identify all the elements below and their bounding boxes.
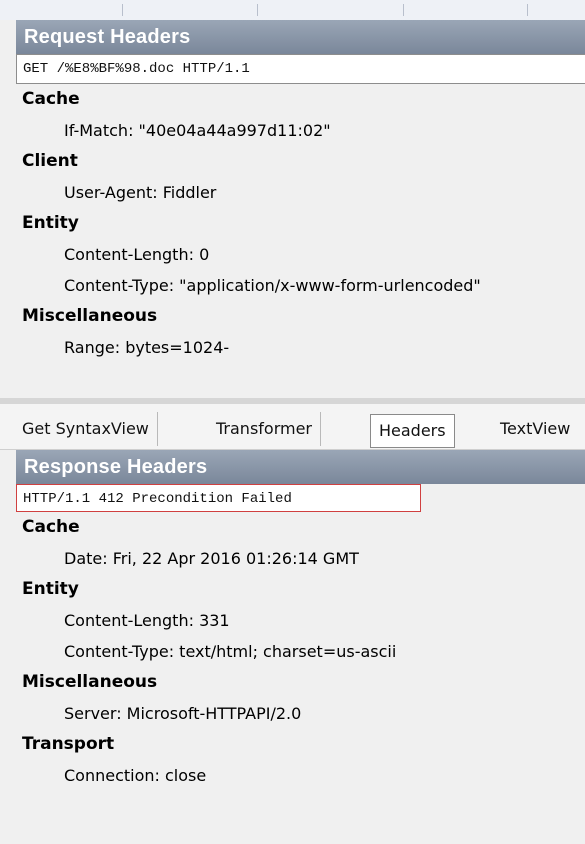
response-group-miscellaneous[interactable]: Miscellaneous (16, 667, 585, 698)
request-group-client[interactable]: Client (16, 146, 585, 177)
response-header-connection[interactable]: Connection: close (16, 760, 585, 791)
response-headers-panel: Response Headers HTTP/1.1 412 Preconditi… (0, 450, 585, 844)
response-header-server[interactable]: Server: Microsoft-HTTPAPI/2.0 (16, 698, 585, 729)
response-headers-title: Response Headers (16, 450, 585, 484)
response-group-transport[interactable]: Transport (16, 729, 585, 760)
request-group-miscellaneous[interactable]: Miscellaneous (16, 301, 585, 332)
tab-transformer[interactable]: Transformer (208, 412, 322, 446)
tab-separator (527, 4, 528, 16)
request-line[interactable]: GET /%E8%BF%98.doc HTTP/1.1 (16, 54, 585, 84)
response-group-cache[interactable]: Cache (16, 512, 585, 543)
request-header-range[interactable]: Range: bytes=1024- (16, 332, 585, 363)
inspector-tabs: Get SyntaxView Transformer Headers TextV… (0, 404, 585, 450)
response-header-date[interactable]: Date: Fri, 22 Apr 2016 01:26:14 GMT (16, 543, 585, 574)
request-group-cache[interactable]: Cache (16, 84, 585, 115)
response-header-content-length[interactable]: Content-Length: 331 (16, 605, 585, 636)
request-header-content-type[interactable]: Content-Type: "application/x-www-form-ur… (16, 270, 585, 301)
request-header-user-agent[interactable]: User-Agent: Fiddler (16, 177, 585, 208)
response-status-line[interactable]: HTTP/1.1 412 Precondition Failed (16, 484, 421, 512)
tab-separator (403, 4, 404, 16)
tab-get-syntaxview[interactable]: Get SyntaxView (14, 412, 158, 446)
request-header-content-length[interactable]: Content-Length: 0 (16, 239, 585, 270)
top-tab-strip (0, 0, 585, 21)
request-headers-title: Request Headers (16, 20, 585, 54)
response-group-entity[interactable]: Entity (16, 574, 585, 605)
request-group-entity[interactable]: Entity (16, 208, 585, 239)
request-header-if-match[interactable]: If-Match: "40e04a44a997d11:02" (16, 115, 585, 146)
tab-headers[interactable]: Headers (370, 414, 455, 448)
tab-separator (122, 4, 123, 16)
tab-textview[interactable]: TextView (492, 412, 578, 446)
response-header-content-type[interactable]: Content-Type: text/html; charset=us-asci… (16, 636, 585, 667)
request-headers-panel: Request Headers GET /%E8%BF%98.doc HTTP/… (0, 20, 585, 398)
tab-separator (257, 4, 258, 16)
